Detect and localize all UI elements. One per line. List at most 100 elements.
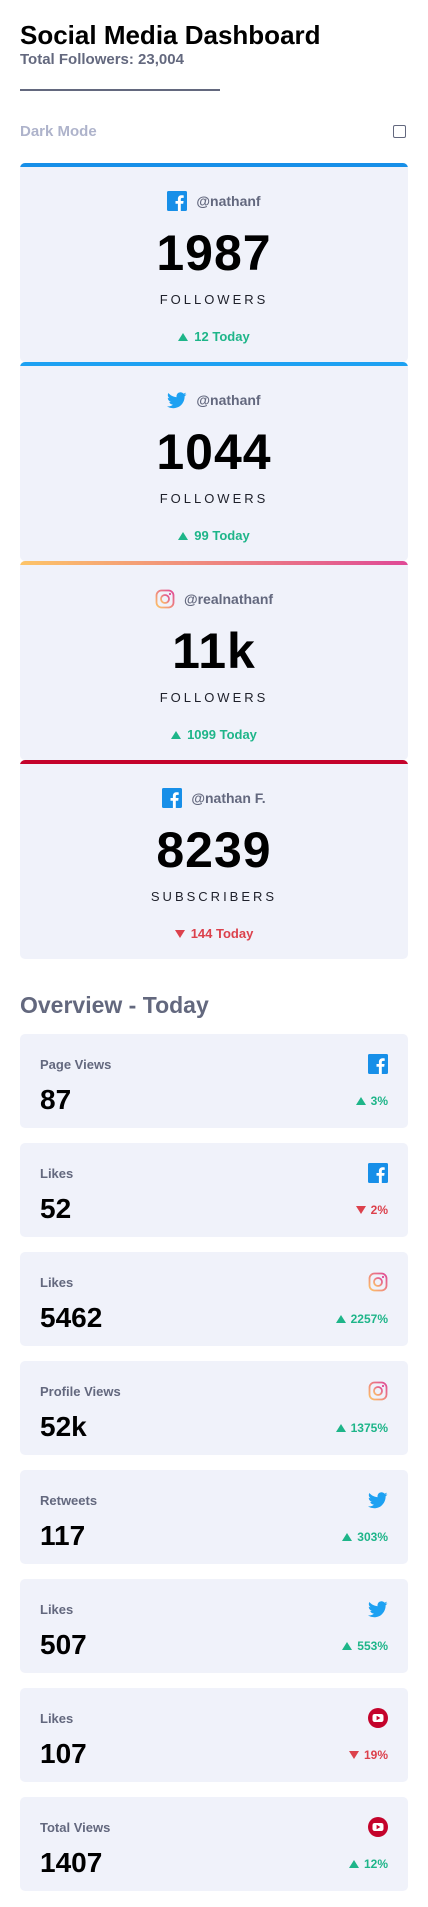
arrow-up-icon: [348, 1860, 359, 1868]
arrow-up-icon: [335, 1424, 346, 1432]
card-handle: @nathan F.: [191, 790, 266, 806]
overview-percent-change: 19%: [348, 1748, 388, 1770]
follower-card-facebook[interactable]: @nathanf 1987 FOLLOWERS 12 Today: [20, 163, 408, 362]
card-today-text: 12 Today: [194, 329, 250, 344]
card-handle-row: @nathan F.: [20, 760, 408, 810]
arrow-up-icon: [171, 730, 182, 739]
overview-percent-text: 19%: [363, 1748, 388, 1762]
overview-card-top: Retweets: [40, 1490, 388, 1510]
twitter-icon: [167, 390, 187, 410]
card-today-text: 1099 Today: [187, 727, 257, 742]
overview-card[interactable]: Likes 507 553%: [20, 1579, 408, 1673]
dark-mode-checkbox[interactable]: [393, 124, 406, 138]
overview-value: 107: [40, 1738, 87, 1769]
overview-card-top: Likes: [40, 1599, 388, 1619]
card-count: 11k: [172, 623, 256, 679]
overview-card[interactable]: Likes 5462 2257%: [20, 1252, 408, 1346]
overview-percent-change: 3%: [355, 1094, 388, 1116]
twitter-icon: [368, 1490, 388, 1510]
youtube-icon: [368, 1817, 388, 1837]
arrow-up-icon: [342, 1642, 353, 1650]
overview-label: Likes: [40, 1274, 74, 1290]
overview-card-bottom: 87 3%: [40, 1084, 388, 1116]
overview-percent-change: 553%: [342, 1639, 388, 1661]
overview-percent-change: 303%: [342, 1530, 388, 1552]
card-count: 1044: [156, 424, 272, 480]
instagram-icon: [368, 1272, 388, 1292]
overview-percent-change: 12%: [348, 1857, 388, 1879]
overview-card[interactable]: Retweets 117 303%: [20, 1470, 408, 1564]
overview-title: Overview - Today: [20, 992, 209, 1018]
overview-card-bottom: 507 553%: [40, 1629, 388, 1661]
overview-value: 5462: [40, 1302, 103, 1333]
overview-percent-text: 1375%: [350, 1421, 388, 1435]
card-handle-row: @nathanf: [20, 163, 408, 213]
overview-card-top: Total Views: [40, 1817, 388, 1837]
overview-percent-change: 2%: [355, 1203, 388, 1225]
overview-value: 87: [40, 1084, 72, 1115]
arrow-up-icon: [335, 1315, 346, 1323]
arrow-up-icon: [342, 1533, 353, 1541]
overview-value: 507: [40, 1629, 87, 1660]
arrow-up-icon: [355, 1097, 366, 1105]
overview-label: Likes: [40, 1710, 74, 1726]
follower-card-youtube[interactable]: @nathan F. 8239 SUBSCRIBERS 144 Today: [20, 760, 408, 959]
overview-percent-text: 2%: [370, 1203, 388, 1217]
total-followers: Total Followers: 23,004: [20, 51, 184, 68]
card-count: 8239: [156, 822, 272, 878]
overview-percent-text: 3%: [370, 1094, 388, 1108]
overview-card-top: Likes: [40, 1708, 388, 1728]
card-handle-row: @nathanf: [20, 362, 408, 412]
overview-card-top: Profile Views: [40, 1381, 388, 1401]
instagram-icon: [368, 1381, 388, 1401]
overview-card-top: Likes: [40, 1163, 388, 1183]
header: Social Media Dashboard Total Followers: …: [20, 0, 408, 141]
overview-label: Total Views: [40, 1819, 111, 1835]
overview-card[interactable]: Likes 52 2%: [20, 1143, 408, 1237]
twitter-icon: [368, 1599, 388, 1619]
overview-card-bottom: 52k 1375%: [40, 1411, 388, 1443]
overview-card[interactable]: Profile Views 52k 1375%: [20, 1361, 408, 1455]
follower-card-twitter[interactable]: @nathanf 1044 FOLLOWERS 99 Today: [20, 362, 408, 561]
overview-card[interactable]: Likes 107 19%: [20, 1688, 408, 1782]
overview-card-bottom: 117 303%: [40, 1520, 388, 1552]
overview-card-top: Likes: [40, 1272, 388, 1292]
facebook-icon: [368, 1163, 388, 1183]
card-today-text: 144 Today: [190, 926, 254, 941]
follower-cards: @nathanf 1987 FOLLOWERS 12 Today @nathanf 104…: [20, 163, 408, 959]
card-unit-label: FOLLOWERS: [159, 690, 269, 705]
card-today-change: 1099 Today: [20, 727, 408, 742]
overview-card-bottom: 107 19%: [40, 1738, 388, 1770]
arrow-down-icon: [355, 1206, 366, 1214]
overview-label: Page Views: [40, 1056, 112, 1072]
facebook-icon: [167, 191, 188, 211]
overview-value: 52k: [40, 1411, 87, 1442]
overview-label: Retweets: [40, 1492, 98, 1508]
arrow-down-icon: [348, 1751, 359, 1759]
overview-card-bottom: 52 2%: [40, 1193, 388, 1225]
card-unit-label: SUBSCRIBERS: [150, 889, 278, 904]
card-today-text: 99 Today: [194, 528, 250, 543]
overview-value: 117: [40, 1520, 86, 1551]
card-today-change: 99 Today: [20, 528, 408, 543]
overview-percent-change: 2257%: [335, 1312, 388, 1334]
card-today-change: 12 Today: [20, 329, 408, 344]
overview-value: 52: [40, 1193, 72, 1224]
page-title: Social Media Dashboard: [20, 20, 321, 50]
follower-card-instagram[interactable]: @realnathanf 11k FOLLOWERS 1099 Today: [20, 561, 408, 760]
overview-percent-change: 1375%: [335, 1421, 388, 1443]
dark-mode-row: Dark Mode: [20, 121, 408, 141]
card-handle: @nathanf: [196, 193, 261, 209]
youtube-icon: [368, 1708, 388, 1728]
dashboard-page: Social Media Dashboard Total Followers: …: [0, 0, 428, 1891]
overview-label: Profile Views: [40, 1383, 121, 1399]
card-unit-label: FOLLOWERS: [159, 491, 269, 506]
overview-card[interactable]: Total Views 1407 12%: [20, 1797, 408, 1891]
card-accent-bar: [20, 362, 408, 366]
overview-card-top: Page Views: [40, 1054, 388, 1074]
overview-percent-text: 12%: [363, 1857, 388, 1871]
arrow-up-icon: [178, 531, 189, 540]
overview-card[interactable]: Page Views 87 3%: [20, 1034, 408, 1128]
card-accent-bar: [20, 760, 408, 764]
card-count: 1987: [156, 225, 272, 281]
